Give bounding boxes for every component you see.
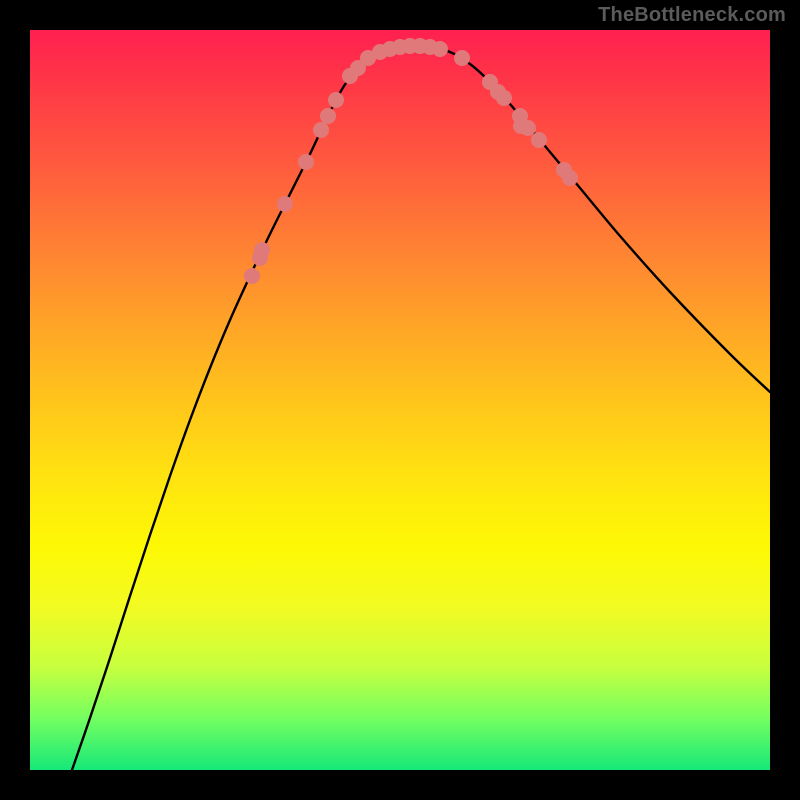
marker-dot [278, 197, 293, 212]
marker-dot [321, 109, 336, 124]
marker-dot [299, 155, 314, 170]
marker-dot [497, 91, 512, 106]
marker-dot [521, 121, 536, 136]
marker-dot [314, 123, 329, 138]
bottleneck-curve-line [72, 45, 770, 770]
attribution-text: TheBottleneck.com [598, 4, 786, 27]
marker-dot [532, 133, 547, 148]
marker-dot [245, 269, 260, 284]
marker-dot [563, 171, 578, 186]
marker-dot [455, 51, 470, 66]
bottleneck-chart [30, 30, 770, 770]
marker-dot [329, 93, 344, 108]
marker-dot [433, 42, 448, 57]
bottleneck-markers [245, 39, 578, 284]
chart-gradient-frame [30, 30, 770, 770]
marker-dot [255, 243, 270, 258]
